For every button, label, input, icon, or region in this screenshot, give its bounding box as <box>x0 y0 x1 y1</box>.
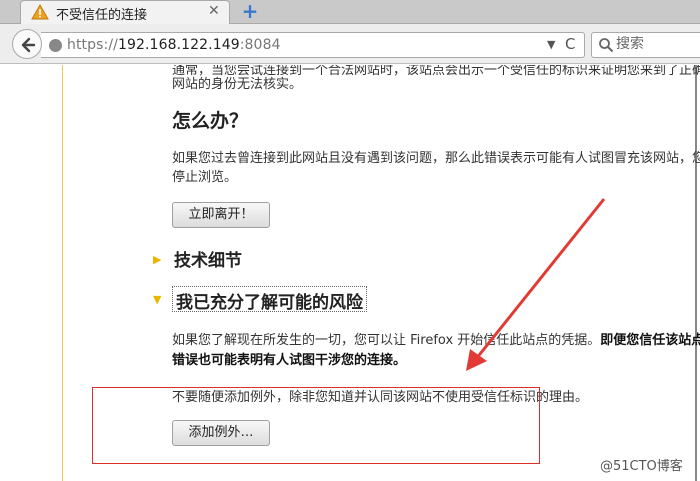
url-host: 192.168.122.149 <box>117 37 240 53</box>
what-to-do-text-line1: 如果您过去曾连接到此网站且没有遇到该问题，那么此错误表示可能有人试图冒充该网站，… <box>172 151 700 166</box>
reload-icon[interactable]: C <box>565 35 575 53</box>
url-port: :8084 <box>239 37 281 53</box>
risk-text-line1: 如果您了解现在所发生的一切，您可以让 Firefox 开始信任此站点的凭据。即便… <box>172 329 700 348</box>
leave-now-button[interactable]: 立即离开！ <box>172 202 270 228</box>
close-tab-icon[interactable]: ✕ <box>208 3 220 19</box>
left-border <box>62 65 63 481</box>
watermark: @51CTO博客 <box>600 459 683 474</box>
what-to-do-text-line2: 停止浏览。 <box>172 170 238 185</box>
risk-text-normal: 如果您了解现在所发生的一切，您可以让 Firefox 开始信任此站点的凭据。 <box>172 333 601 348</box>
tab-title: 不受信任的连接 <box>56 8 148 23</box>
understand-risks-toggle[interactable]: 我已充分了解可能的风险 <box>172 286 367 313</box>
risk-text-line2: 错误也可能表明有人试图干涉您的连接。 <box>172 353 407 368</box>
back-button[interactable] <box>12 29 42 59</box>
search-icon <box>599 38 614 53</box>
expander-closed-icon[interactable]: ▶ <box>153 253 161 266</box>
what-to-do-heading: 怎么办？ <box>172 110 249 132</box>
warning-icon <box>31 4 49 20</box>
expander-open-icon[interactable]: ▼ <box>153 293 161 306</box>
browser-tab[interactable]: 不受信任的连接 ✕ <box>20 0 230 24</box>
scrollbar[interactable] <box>695 65 697 481</box>
intro-text-line2: 网站的身份无法核实。 <box>172 77 303 92</box>
url-scheme: https:// <box>67 37 118 53</box>
chevron-down-icon[interactable]: ▼ <box>547 38 555 51</box>
new-tab-icon[interactable]: + <box>241 1 259 21</box>
tab-bar: 不受信任的连接 ✕ + <box>0 0 700 24</box>
back-arrow-icon <box>21 37 36 53</box>
technical-details-toggle[interactable]: 技术细节 <box>174 246 242 271</box>
risk-text-bold: 即便您信任该站点， <box>600 333 700 348</box>
search-box[interactable] <box>591 32 700 58</box>
url-bar[interactable]: https://192.168.122.149:8084 ▼ C <box>41 32 585 58</box>
url-text[interactable]: https://192.168.122.149:8084 <box>67 37 281 53</box>
navigation-bar: https://192.168.122.149:8084 ▼ C <box>0 24 700 64</box>
page-content: 通常，当您尝试连接到一个合法网站时，该站点会出示一个受信任的标识来证明您来到了正… <box>0 65 700 481</box>
annotation-box <box>92 387 540 464</box>
globe-icon <box>49 39 62 52</box>
search-input[interactable] <box>616 36 696 52</box>
